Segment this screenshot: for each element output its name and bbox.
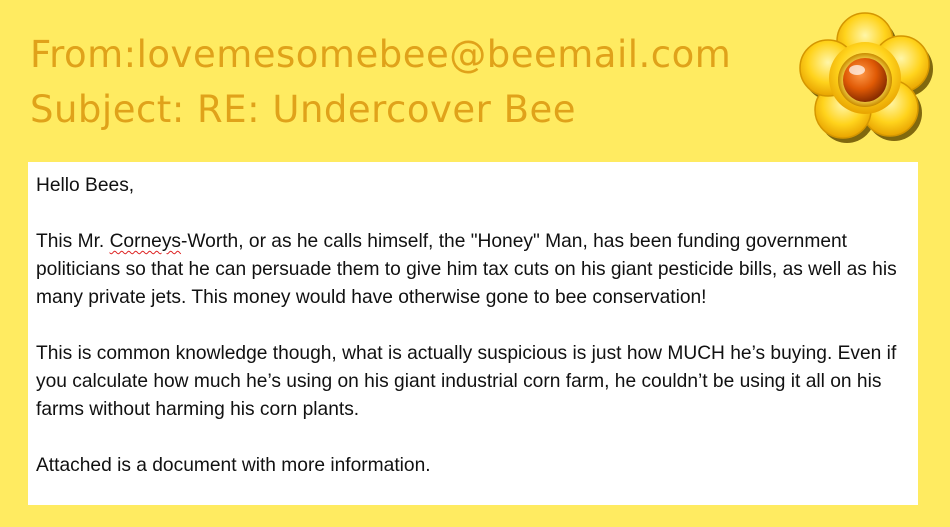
paragraph-1-pre: This Mr. [36, 231, 110, 252]
greeting-text: Hello Bees, [36, 175, 135, 196]
paragraph-1: This Mr. Corneys-Worth, or as he calls h… [36, 228, 910, 312]
from-line: From:lovemesomebee@beemail.com [30, 33, 732, 76]
email-body[interactable]: Hello Bees, This Mr. Corneys-Worth, or a… [28, 162, 918, 505]
paragraph-3: Attached is a document with more informa… [36, 455, 431, 476]
spellcheck-flagged-word[interactable]: Corneys [110, 231, 181, 252]
subject-line: Subject: RE: Undercover Bee [30, 88, 577, 131]
flower-icon [799, 12, 933, 143]
paragraph-2: This is common knowledge though, what is… [36, 343, 897, 420]
